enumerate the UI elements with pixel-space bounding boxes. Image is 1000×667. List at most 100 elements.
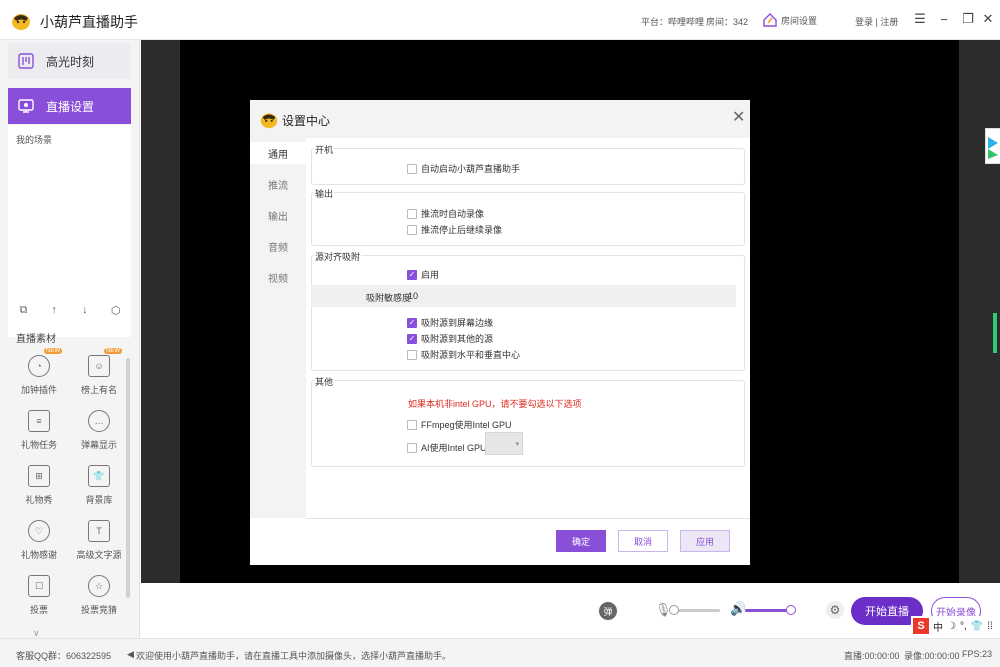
material-vote[interactable]: ☐ 投票 <box>14 570 64 620</box>
material-advanced-text[interactable]: T 高级文字源 <box>74 515 124 565</box>
checkbox-checked[interactable]: ✓ <box>407 333 417 344</box>
sensitivity-input[interactable]: 10 <box>408 291 418 301</box>
continue-record-checkbox[interactable]: 推流停止后继续录像 <box>407 223 502 236</box>
side-widget-icon[interactable] <box>985 128 1000 164</box>
auto-record-checkbox[interactable]: 推流时自动录像 <box>407 207 484 220</box>
nav-live-settings-label: 直播设置 <box>46 99 95 114</box>
material-danmu-display[interactable]: … 弹幕显示 <box>74 405 124 455</box>
room-label: 房间：342 <box>706 17 749 27</box>
sidebar-scrollbar[interactable] <box>126 358 130 598</box>
material-background-library[interactable]: 👕 背景库 <box>74 460 124 510</box>
gear-icon[interactable]: ⚙ <box>826 601 844 619</box>
checkbox-box[interactable] <box>407 442 417 453</box>
speaker-volume-knob[interactable] <box>786 605 796 615</box>
highlight-icon <box>18 53 34 69</box>
snap-other-sources-checkbox[interactable]: ✓ 吸附源到其他的源 <box>407 332 493 345</box>
materials-label: 直播素材 <box>16 334 56 345</box>
checkbox-box[interactable] <box>407 349 417 360</box>
checkbox-box[interactable] <box>407 224 417 235</box>
login-register-link[interactable]: 登录 | 注册 <box>855 15 898 28</box>
snap-center-checkbox[interactable]: 吸附源到水平和垂直中心 <box>407 348 520 361</box>
tab-stream[interactable]: 推流 <box>250 173 306 195</box>
record-time: 录像:00:00:00 <box>904 651 960 661</box>
room-settings-label: 房间设置 <box>781 15 818 26</box>
ime-toolbar[interactable]: S 中 ☽ °, 👕 ⁞⁞ <box>911 616 1000 636</box>
add-scene-icon[interactable]: ⧉ <box>16 303 30 317</box>
ai-gpu-checkbox[interactable]: AI使用Intel GPU <box>407 441 487 454</box>
tab-video[interactable]: 视频 <box>250 266 306 288</box>
group-other <box>311 380 745 467</box>
material-gift-task[interactable]: ≡ 礼物任务 <box>14 405 64 455</box>
group-output <box>311 192 745 246</box>
gift-icon: ⊞ <box>28 465 50 487</box>
shirt-skin-icon: 👕 <box>970 620 984 632</box>
ffmpeg-gpu-checkbox[interactable]: FFmpeg使用Intel GPU <box>407 418 512 431</box>
checkbox-box[interactable] <box>407 163 417 174</box>
output-title: 输出 <box>314 187 335 200</box>
tab-audio[interactable]: 音频 <box>250 235 306 257</box>
clock-plugin-icon: ◔ <box>28 355 50 377</box>
platform-label: 平台：哔哩哔哩 <box>641 17 705 27</box>
text-icon: T <box>88 520 110 542</box>
gpu-select-dropdown[interactable]: ▾ <box>485 432 523 455</box>
mic-volume-knob[interactable] <box>669 605 679 615</box>
startup-title: 开机 <box>314 143 335 156</box>
fps-counter: FPS:23 <box>962 649 993 659</box>
auto-start-checkbox[interactable]: 自动启动小葫芦直播助手 <box>407 162 520 175</box>
ime-mode-label: 中 <box>933 622 943 634</box>
gpu-warning: 如果本机非intel GPU，请不要勾选以下选项 <box>408 399 582 409</box>
new-badge: NEW <box>44 348 62 354</box>
gift-task-icon: ≡ <box>28 410 50 432</box>
speaker-volume-slider[interactable] <box>745 609 791 612</box>
cancel-button[interactable]: 取消 <box>618 530 668 552</box>
material-vote-guess[interactable]: ☆ 投票竞猜 <box>74 570 124 620</box>
close-window-icon[interactable]: ✕ <box>980 11 996 27</box>
minimize-icon[interactable]: − <box>936 11 952 27</box>
app-title: 小葫芦直播助手 <box>40 14 138 30</box>
checkbox-checked[interactable]: ✓ <box>407 269 417 280</box>
sogou-ime-icon: S <box>913 618 929 634</box>
checkbox-checked[interactable]: ✓ <box>407 317 417 328</box>
move-up-icon[interactable]: ↑ <box>47 303 61 317</box>
ballot-box-icon: ☐ <box>28 575 50 597</box>
apply-button[interactable]: 应用 <box>680 530 730 552</box>
snap-enable-checkbox[interactable]: ✓ 启用 <box>407 268 439 281</box>
shirt-icon: 👕 <box>88 465 110 487</box>
speaker-icon[interactable]: 🔊 <box>730 601 746 617</box>
status-bar: 客服QQ群：606322595 ◀ 欢迎使用小葫芦直播助手，请在直播工具中添加摄… <box>0 638 1000 667</box>
notice-text: 欢迎使用小葫芦直播助手，请在直播工具中添加摄像头，选择小葫芦直播助手。 <box>136 651 452 661</box>
scene-toolbar: ⧉ ↑ ↓ ⬡ <box>8 298 131 322</box>
danmu-button[interactable]: 弹 <box>599 602 617 620</box>
star-icon: ☆ <box>88 575 110 597</box>
chevron-down-icon: ▾ <box>515 440 519 448</box>
support-qq: 客服QQ群：606322595 <box>16 651 112 661</box>
material-gift-thanks[interactable]: ♡ 礼物感谢 <box>14 515 64 565</box>
speaker-notice-icon: ◀ <box>127 649 134 659</box>
menu-icon[interactable]: ☰ <box>912 11 928 27</box>
moon-icon: ☽ <box>947 620 956 632</box>
settings-icon[interactable]: ⬡ <box>109 303 123 317</box>
nav-live-settings[interactable]: 直播设置 <box>8 88 131 124</box>
snap-screen-edge-checkbox[interactable]: ✓ 吸附源到屏幕边缘 <box>407 316 493 329</box>
ok-button[interactable]: 确定 <box>556 530 606 552</box>
tab-general[interactable]: 通用 <box>250 142 306 164</box>
room-settings-button[interactable]: 房间设置 <box>763 10 817 30</box>
restore-icon[interactable]: ❐ <box>960 11 976 27</box>
side-widget-graphic <box>988 137 998 159</box>
close-icon[interactable]: ✕ <box>732 110 745 126</box>
material-gift-show[interactable]: ⊞ 礼物秀 <box>14 460 64 510</box>
nav-highlight-moments[interactable]: 高光时刻 <box>8 43 131 79</box>
footer-divider <box>306 518 750 519</box>
checkbox-box[interactable] <box>407 419 417 430</box>
move-down-icon[interactable]: ↓ <box>78 303 92 317</box>
live-time: 直播:00:00:00 <box>844 651 900 661</box>
punctuation-icon: °, <box>959 620 967 632</box>
material-leaderboard[interactable]: ☺ 榜上有名 NEW <box>74 348 124 400</box>
title-bar: 小葫芦直播助手 平台：哔哩哔哩 房间：342 房间设置 登录 | 注册 ☰ − … <box>0 0 1000 40</box>
checkbox-box[interactable] <box>407 208 417 219</box>
left-sidebar: 高光时刻 直播设置 我的场景 ⧉ ↑ ↓ ⬡ 直播素材 ◔ 加钟插件 NEW ☺… <box>0 40 140 638</box>
tab-output[interactable]: 输出 <box>250 204 306 226</box>
audio-level-meter <box>992 308 998 354</box>
material-addclock[interactable]: ◔ 加钟插件 NEW <box>14 348 64 400</box>
group-snap <box>311 255 745 371</box>
